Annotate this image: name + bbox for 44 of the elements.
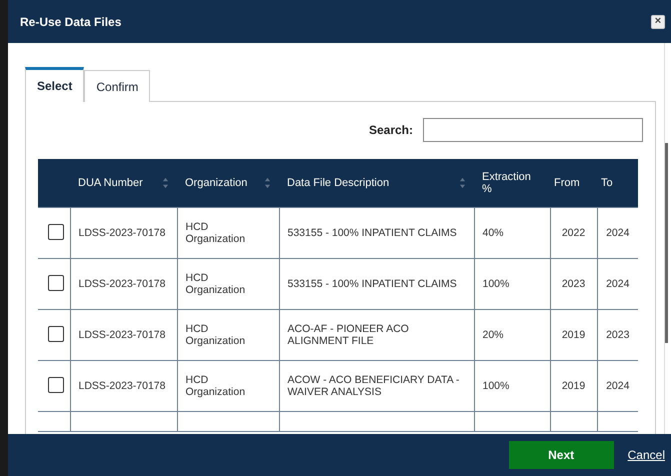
dialog-title: Re-Use Data Files (20, 14, 122, 28)
column-header[interactable]: DUA Number (70, 159, 177, 207)
table-cell: LDSS-2023-70178 (70, 309, 177, 360)
table-cell: ACOW - ACO BENEFICIARY DATA - WAIVER ANALYSIS (279, 360, 474, 411)
table-cell: 100% (474, 360, 550, 411)
column-header[interactable]: Organization (177, 159, 279, 207)
cancel-link[interactable]: Cancel (628, 448, 665, 462)
scrollbar-thumb[interactable] (665, 143, 668, 343)
column-header: To (597, 159, 638, 207)
table-cell: HCD Organization (177, 309, 279, 360)
sort-icon[interactable] (459, 176, 466, 189)
sort-icon[interactable] (162, 176, 169, 189)
table-cell: 40% (474, 207, 550, 258)
table-cell: HCD Organization (177, 360, 279, 411)
next-button[interactable]: Next (508, 441, 614, 469)
sort-icon[interactable] (264, 176, 271, 189)
column-header: From (550, 159, 597, 207)
search-field[interactable] (423, 118, 643, 142)
table-cell: LDSS-2023-70178 (70, 207, 177, 258)
table-cell: 2024 (597, 207, 638, 258)
tab[interactable]: Confirm (84, 70, 150, 102)
table-cell: LDSS-2023-70178 (70, 360, 177, 411)
table-cell: HCD Organization (177, 207, 279, 258)
table-cell: 2019 (550, 360, 597, 411)
table-cell: 100% (474, 258, 550, 309)
table-cell: ACO-AF - PIONEER ACO ALIGNMENT FILE (279, 309, 474, 360)
search-label: Search: (368, 123, 413, 137)
table-cell: 20% (474, 309, 550, 360)
table-cell: 2022 (550, 207, 597, 258)
row-checkbox[interactable] (48, 224, 64, 240)
row-checkbox[interactable] (48, 326, 64, 342)
tab[interactable]: Select (25, 67, 84, 102)
table-cell: 2019 (550, 309, 597, 360)
table-cell: 533155 - 100% INPATIENT CLAIMS (279, 258, 474, 309)
column-header[interactable]: Data File Description (279, 159, 474, 207)
column-header: Extraction % (474, 159, 550, 207)
header-cell (38, 159, 70, 207)
table-cell: LDSS-2023-70178 (70, 258, 177, 309)
close-button[interactable]: × (651, 14, 665, 28)
row-checkbox[interactable] (48, 274, 64, 290)
table-cell: 2023 (550, 258, 597, 309)
table-cell: 533155 - 100% INPATIENT CLAIMS (279, 207, 474, 258)
table-cell: HCD Organization (177, 258, 279, 309)
row-checkbox[interactable] (48, 376, 64, 392)
